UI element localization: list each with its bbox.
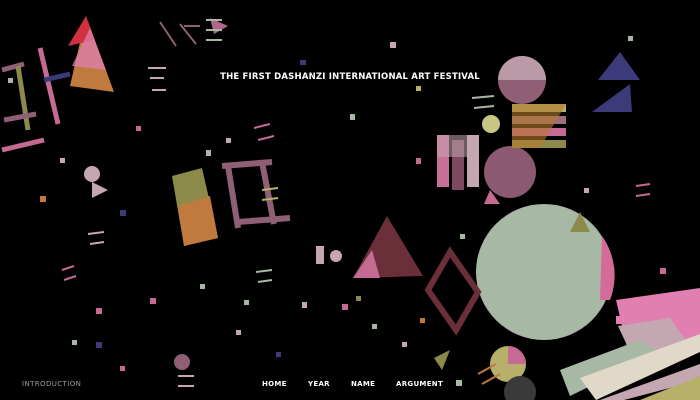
maroon-diamond-outline	[424, 246, 482, 336]
small-pink-rect-center	[316, 246, 324, 264]
navy-triangle-2	[592, 84, 632, 112]
page-title: THE FIRST DASHANZI INTERNATIONAL ART FES…	[220, 72, 480, 82]
circle-pink-segment	[600, 236, 615, 300]
circle-bottom-mid-pink	[508, 346, 526, 364]
introduction-link[interactable]: INTRODUCTION	[22, 380, 81, 388]
nav-home[interactable]: HOME	[262, 380, 287, 388]
small-lilac-circle-left	[84, 166, 100, 182]
striped-block-right	[437, 135, 479, 190]
small-lilac-triangle-left	[92, 182, 108, 198]
mauve-circle-mid	[484, 146, 536, 198]
small-olive-triangle	[434, 350, 450, 370]
small-pink-rect-right	[616, 316, 630, 324]
nav-argument[interactable]: ARGUMENT	[396, 380, 443, 388]
small-yellow-circle	[482, 115, 500, 133]
festival-artwork	[1, 16, 700, 400]
small-pink-circle-center	[330, 250, 342, 262]
nav-name[interactable]: NAME	[351, 380, 375, 388]
large-glyph-center	[221, 159, 291, 229]
large-sage-circle	[476, 204, 612, 340]
glyph-left-edge	[1, 47, 71, 153]
striped-block-right-2	[512, 104, 566, 148]
small-mauve-circle-left	[174, 354, 190, 370]
nav-year[interactable]: YEAR	[308, 380, 330, 388]
